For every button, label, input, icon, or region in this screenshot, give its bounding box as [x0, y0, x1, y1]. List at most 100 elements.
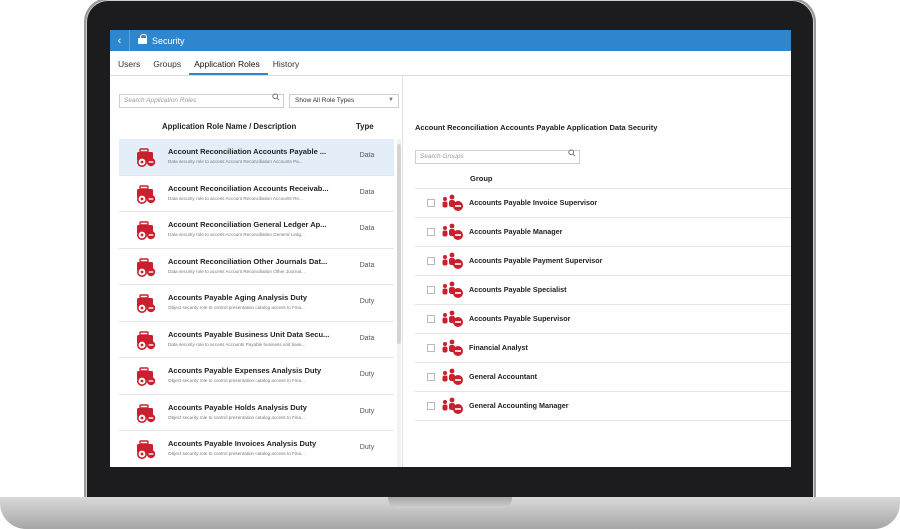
group-name: General Accounting Manager: [469, 401, 569, 410]
group-people-icon: [441, 252, 465, 270]
role-description: Object security role to control presenta…: [168, 305, 305, 310]
role-name: Account Reconciliation Accounts Receivab…: [168, 183, 329, 193]
group-checkbox[interactable]: [427, 286, 435, 294]
role-name: Accounts Payable Holds Analysis Duty: [168, 402, 307, 412]
role-detail-title: Account Reconciliation Accounts Payable …: [415, 123, 658, 132]
group-name: General Accountant: [469, 372, 538, 381]
group-people-icon: [441, 397, 465, 415]
group-name: Accounts Payable Manager: [469, 227, 563, 236]
back-button[interactable]: ‹: [110, 30, 130, 51]
group-checkbox[interactable]: [427, 257, 435, 265]
chevron-down-icon: ▼: [388, 97, 394, 103]
column-header-group: Group: [470, 174, 493, 183]
group-checkbox[interactable]: [427, 344, 435, 352]
group-row[interactable]: Accounts Payable Payment Supervisor: [415, 247, 791, 276]
role-description: Object security role to control presenta…: [168, 414, 305, 420]
role-briefcase-icon: [135, 221, 157, 240]
role-row[interactable]: Accounts Payable Holds Analysis Duty Obj…: [119, 395, 394, 431]
role-detail-panel: Account Reconciliation Accounts Payable …: [404, 77, 791, 467]
role-row[interactable]: Account Reconciliation Other Journals Da…: [119, 249, 394, 285]
group-people-icon: [441, 194, 465, 212]
laptop-notch: [388, 497, 512, 508]
role-row[interactable]: Account Reconciliation General Ledger Ap…: [119, 212, 394, 249]
role-briefcase-icon: [135, 184, 157, 204]
group-row[interactable]: Accounts Payable Supervisor: [415, 305, 791, 334]
role-name: Accounts Payable Business Unit Data Secu…: [168, 329, 330, 339]
role-description: Data security role to access Account Rec…: [168, 268, 305, 274]
group-row[interactable]: Financial Analyst: [415, 334, 791, 363]
role-row[interactable]: Account Reconciliation Accounts Receivab…: [119, 176, 394, 212]
group-row[interactable]: Accounts Payable Invoice Supervisor: [415, 189, 791, 218]
group-name: Financial Analyst: [469, 343, 528, 352]
role-type-select[interactable]: Show All Role Types ▼: [289, 94, 399, 108]
role-type: Data: [359, 188, 375, 196]
group-checkbox[interactable]: [427, 199, 435, 207]
roles-panel: Search Application Roles Show All Role T…: [110, 77, 403, 467]
group-name: Accounts Payable Supervisor: [469, 314, 571, 323]
search-icon[interactable]: [568, 149, 576, 159]
role-name: Account Reconciliation Other Journals Da…: [168, 256, 328, 266]
role-type: Duty: [359, 407, 375, 415]
column-header-name: Application Role Name / Description: [162, 122, 297, 131]
tab-bar: Users Groups Application Roles History: [110, 51, 791, 76]
group-people-icon: [441, 310, 465, 328]
group-people-icon: [441, 223, 465, 241]
role-type-value: Show All Role Types: [295, 97, 355, 104]
tab-history[interactable]: History: [268, 59, 307, 75]
group-people-icon: [441, 368, 465, 386]
role-name: Accounts Payable Invoices Analysis Duty: [168, 439, 317, 448]
group-checkbox[interactable]: [427, 402, 435, 410]
role-row[interactable]: Accounts Payable Expenses Analysis Duty …: [119, 358, 394, 395]
group-row[interactable]: General Accountant: [415, 363, 791, 392]
role-description: Data security role to access Account Rec…: [168, 159, 303, 164]
group-name: Accounts Payable Payment Supervisor: [469, 256, 603, 265]
title-bar: ‹ Security: [110, 30, 791, 51]
group-list: Accounts Payable Invoice Supervisor Acco…: [415, 188, 791, 421]
role-briefcase-icon: [135, 294, 157, 313]
role-type: Duty: [359, 298, 375, 305]
group-name: Accounts Payable Specialist: [469, 285, 567, 294]
group-name: Accounts Payable Invoice Supervisor: [469, 198, 598, 207]
role-name: Account Reconciliation General Ledger Ap…: [168, 220, 327, 229]
role-description: Object security role to control presenta…: [168, 451, 305, 456]
scrollbar-thumb[interactable]: [397, 144, 401, 344]
group-checkbox[interactable]: [427, 315, 435, 323]
role-briefcase-icon: [135, 257, 157, 277]
role-type: Data: [359, 225, 375, 232]
role-type: Duty: [359, 444, 375, 451]
role-list-scrollbar[interactable]: [397, 139, 401, 467]
group-checkbox[interactable]: [427, 228, 435, 236]
group-row[interactable]: Accounts Payable Manager: [415, 218, 791, 247]
role-briefcase-icon: [135, 403, 157, 423]
app-screen: ‹ Security Users Groups Application Role…: [110, 30, 791, 467]
group-row[interactable]: General Accounting Manager: [415, 392, 791, 421]
group-checkbox[interactable]: [427, 373, 435, 381]
search-icon[interactable]: [272, 93, 280, 103]
search-groups-input[interactable]: Search Groups: [415, 150, 580, 164]
role-type: Data: [359, 261, 375, 269]
tab-application-roles[interactable]: Application Roles: [189, 59, 268, 75]
role-name: Accounts Payable Aging Analysis Duty: [168, 293, 308, 302]
role-briefcase-icon: [135, 440, 157, 459]
role-row[interactable]: Accounts Payable Business Unit Data Secu…: [119, 322, 394, 358]
role-briefcase-icon: [135, 148, 157, 167]
role-row[interactable]: Accounts Payable Invoices Analysis Duty …: [119, 431, 394, 467]
role-description: Data security role to access Accounts Pa…: [168, 341, 306, 347]
search-roles-input[interactable]: Search Application Roles: [119, 94, 284, 108]
role-name: Accounts Payable Expenses Analysis Duty: [168, 366, 322, 375]
page-title: Security: [152, 35, 185, 46]
column-header-type: Type: [356, 122, 374, 131]
role-briefcase-icon: [135, 367, 157, 386]
role-row[interactable]: Account Reconciliation Accounts Payable …: [119, 139, 394, 176]
role-description: Object security role to control presenta…: [168, 378, 305, 383]
tab-users[interactable]: Users: [113, 59, 148, 75]
role-briefcase-icon: [135, 330, 157, 350]
role-name: Account Reconciliation Accounts Payable …: [168, 147, 327, 156]
group-row[interactable]: Accounts Payable Specialist: [415, 276, 791, 305]
role-description: Data security role to access Account Rec…: [168, 195, 303, 201]
role-row[interactable]: Accounts Payable Aging Analysis Duty Obj…: [119, 285, 394, 322]
role-type: Data: [359, 334, 375, 342]
lock-icon: [138, 33, 148, 45]
tab-groups[interactable]: Groups: [148, 59, 189, 75]
group-people-icon: [441, 339, 465, 357]
